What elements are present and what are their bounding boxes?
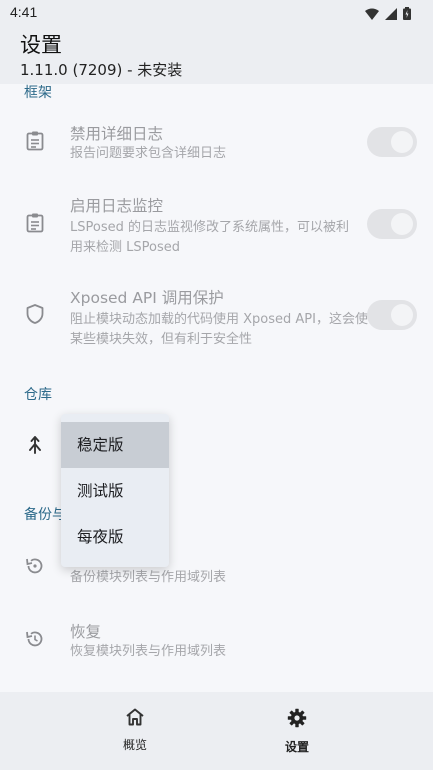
log-watchdog-switch[interactable]	[367, 209, 417, 239]
api-protection-switch[interactable]	[367, 300, 417, 330]
nav-item-settings[interactable]: 设置	[257, 708, 337, 755]
status-time: 4:41	[10, 4, 38, 20]
setting-title: 启用日志监控	[70, 197, 164, 215]
setting-summary: 备份模块列表与作用域列表	[70, 570, 227, 585]
setting-title: Xposed API 调用保护	[70, 289, 224, 307]
app-bar: 设置 1.11.0 (7209) - 未安装	[0, 26, 433, 84]
signal-icon	[385, 5, 397, 24]
menu-item-beta[interactable]: 测试版	[61, 468, 169, 514]
document-icon	[24, 130, 46, 152]
nav-item-overview[interactable]: 概览	[95, 708, 175, 753]
setting-xposed-api-protection[interactable]: Xposed API 调用保护 阻止模块动态加载的代码使用 Xposed API…	[0, 280, 433, 360]
home-icon	[125, 708, 145, 730]
nav-label: 概览	[122, 738, 147, 752]
menu-item-stable[interactable]: 稳定版	[61, 422, 169, 468]
bottom-navigation: 概览 设置	[0, 692, 433, 770]
section-title-backup: 备份与	[24, 507, 66, 523]
setting-disable-verbose-log[interactable]: 禁用详细日志 报告问题要求包含详细日志	[0, 114, 433, 174]
nav-label: 设置	[284, 740, 309, 754]
status-bar: 4:41	[0, 0, 433, 26]
page-title: 设置	[20, 33, 62, 57]
verbose-log-switch[interactable]	[367, 127, 417, 157]
merge-icon	[24, 434, 46, 456]
update-channel-dropdown[interactable]: 稳定版 测试版 每夜版	[61, 414, 169, 567]
setting-summary: 阻止模块动态加载的代码使用 Xposed API，这会使某些模块失效，但有利于安…	[70, 312, 368, 347]
setting-enable-log-watchdog[interactable]: 启用日志监控 LSPosed 的日志监视修改了系统属性，可以被利用来检测 LSP…	[0, 188, 433, 268]
setting-summary: 报告问题要求包含详细日志	[70, 146, 227, 161]
backup-icon	[24, 555, 46, 577]
gear-icon	[287, 708, 307, 732]
setting-summary: 恢复模块列表与作用域列表	[70, 644, 227, 659]
setting-summary: LSPosed 的日志监视修改了系统属性，可以被利用来检测 LSPosed	[70, 220, 349, 255]
document-icon	[24, 212, 46, 234]
section-title-framework: 框架	[24, 85, 52, 101]
setting-title: 恢复	[70, 623, 102, 641]
section-title-repo: 仓库	[24, 387, 52, 403]
restore-icon	[24, 628, 46, 650]
setting-title: 禁用详细日志	[70, 125, 164, 143]
shield-icon	[24, 303, 46, 325]
page-subtitle: 1.11.0 (7209) - 未安装	[20, 61, 183, 79]
wifi-icon	[365, 5, 379, 24]
settings-list[interactable]: 框架 禁用详细日志 报告问题要求包含详细日志 启用日志监控 LSPosed 的日…	[0, 84, 433, 692]
menu-item-nightly[interactable]: 每夜版	[61, 514, 169, 560]
setting-restore[interactable]: 恢复 恢复模块列表与作用域列表	[0, 612, 433, 672]
battery-icon	[403, 5, 411, 24]
